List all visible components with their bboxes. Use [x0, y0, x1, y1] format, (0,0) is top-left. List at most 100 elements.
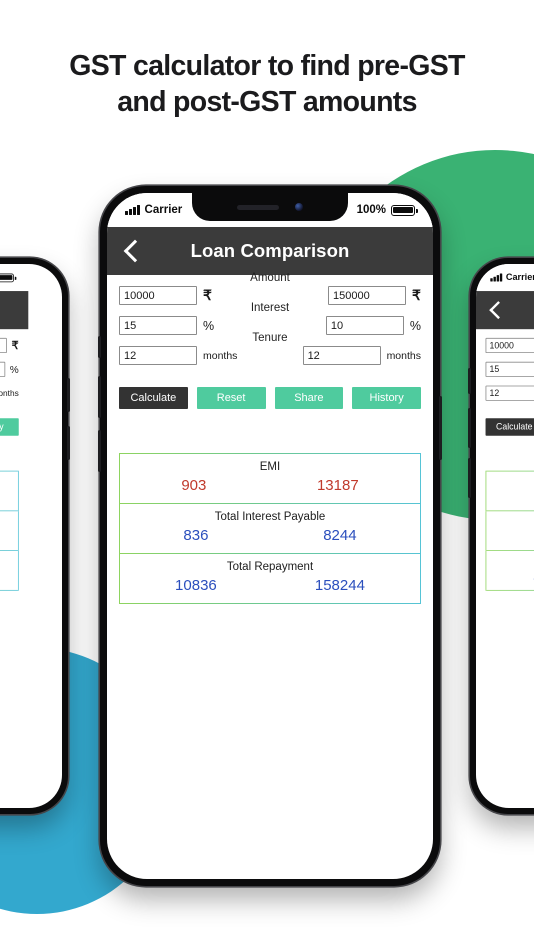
action-button-row-right: Calculate Reset Share History	[476, 418, 534, 436]
page-title: GST calculator to find pre-GST and post-…	[0, 48, 534, 121]
tenure-field-right: months	[0, 386, 19, 401]
page-title: Loan Comparison	[190, 240, 350, 261]
table-row: Total Repayment 10836 158244	[119, 554, 421, 604]
table-row: EMI 903 13187	[119, 453, 421, 504]
result-values-repayment: 10836 158244	[126, 577, 414, 594]
months-label-left: months	[203, 349, 238, 362]
result-emi-right: 13187	[316, 477, 359, 494]
signal-bars-icon	[490, 273, 502, 282]
phone-mockup-left: Carrier 100% Loan Comparison	[0, 258, 70, 814]
form-label-tenure: Tenure	[476, 375, 534, 385]
signal-bars-icon	[125, 205, 140, 215]
calculate-button[interactable]: Calculate	[485, 418, 534, 436]
app-bar-right: Loan Comparison	[476, 291, 534, 330]
phone-screen-left: Carrier 100% Loan Comparison	[0, 264, 62, 808]
battery-full-icon	[391, 204, 418, 216]
phone-mockup-right: Carrier 100% Loan Comparison	[468, 258, 534, 814]
share-button[interactable]: Share	[274, 387, 344, 409]
result-emi-left: 903	[181, 477, 207, 494]
app-bar-left: Loan Comparison	[0, 291, 29, 330]
volume-down-button-right-phone[interactable]	[468, 458, 471, 498]
app-bar: Loan Comparison	[107, 227, 433, 275]
result-interest-left: 836	[183, 527, 209, 544]
percent-symbol-left: %	[203, 318, 215, 333]
result-label-interest: Total Interest Payable	[0, 517, 13, 527]
result-values-emi: 903 13187	[126, 477, 414, 494]
result-interest-right: 8244	[323, 527, 357, 544]
result-repayment-right: 158244	[314, 577, 365, 594]
history-button[interactable]: History	[0, 418, 19, 436]
form-row-tenure: Tenure months months	[107, 332, 433, 365]
mute-switch[interactable]	[98, 336, 101, 358]
result-repayment-left: 10836	[175, 577, 217, 594]
results-table-right: EMI 903 13187 Total Interest Payable 836…	[485, 470, 534, 591]
results-table-left: EMI 903 13187 Total Interest Payable 836…	[0, 470, 19, 591]
status-bar-right-group: 100%	[356, 204, 418, 216]
headline-line-2: and post-GST amounts	[117, 86, 417, 119]
app-bar-title: Loan Comparison	[0, 301, 28, 318]
reset-button[interactable]: Reset	[196, 387, 266, 409]
table-row: Total Repayment 10836 158244	[0, 550, 19, 591]
percent-symbol-right: %	[9, 363, 19, 375]
form-label-tenure: Tenure	[252, 332, 288, 344]
app-clone-right: Carrier 100% Loan Comparison	[476, 264, 534, 808]
status-bar-left-group: Carrier	[125, 204, 182, 216]
app-body: Amount ₹ ₹ Interest %	[107, 272, 433, 604]
result-label-emi: EMI	[259, 461, 281, 473]
notch	[192, 193, 348, 221]
app-body-left: Amount ₹ ₹ Interest	[0, 337, 29, 591]
carrier-label: Carrier	[144, 204, 183, 216]
status-bar-left: Carrier 100%	[0, 264, 29, 292]
volume-up-button[interactable]	[98, 376, 101, 418]
phone-mockup-main: Carrier 100% Loan Comparison Amount 1000…	[98, 186, 442, 886]
result-label-emi: EMI	[0, 477, 13, 487]
result-label-interest: Total Interest Payable	[491, 517, 534, 527]
table-row: Total Interest Payable 836 8244	[0, 511, 19, 551]
months-label-right: months	[0, 388, 19, 398]
power-button[interactable]	[439, 396, 442, 460]
phone-screen-main: Carrier 100% Loan Comparison Amount 1000…	[107, 193, 433, 879]
status-bar-right: Carrier 100%	[476, 264, 534, 292]
table-row: EMI 903 13187	[0, 470, 19, 512]
volume-down-button[interactable]	[98, 430, 101, 472]
tenure-input-left[interactable]	[119, 346, 197, 365]
app-body-right: Amount ₹ ₹ Interest	[476, 337, 534, 591]
result-label-repayment: Total Repayment	[491, 557, 534, 567]
speaker-grille-icon	[237, 204, 279, 210]
battery-percent-label: 100%	[356, 204, 386, 216]
table-row: Total Repayment 10836 158244	[485, 550, 534, 591]
table-row: Total Interest Payable 836 8244	[119, 504, 421, 554]
form-label-amount: Amount	[476, 327, 534, 337]
months-label-right: months	[386, 349, 421, 362]
result-label-interest: Total Interest Payable	[214, 511, 326, 523]
headline-line-1: GST calculator to find pre-GST	[69, 50, 465, 82]
form-label-tenure: Tenure	[0, 375, 28, 385]
action-button-row-left: Calculate Reset Share History	[0, 418, 28, 436]
tenure-field-right: months	[302, 346, 421, 365]
history-button[interactable]: History	[352, 387, 421, 409]
calculate-button[interactable]: Calculate	[119, 387, 188, 409]
percent-symbol-right: %	[409, 318, 421, 333]
volume-up-button-right-phone[interactable]	[468, 408, 471, 448]
power-button-left-phone[interactable]	[67, 378, 70, 412]
tenure-input-right[interactable]	[302, 346, 381, 365]
form-label-amount: Amount	[0, 327, 28, 337]
form-row-tenure: Tenure months months	[476, 385, 534, 401]
phone-screen-right: Carrier 100% Loan Comparison	[476, 264, 534, 808]
result-label-repayment: Total Repayment	[226, 561, 314, 573]
form-label-amount: Amount	[250, 272, 290, 284]
action-button-row: Calculate Reset Share History	[107, 387, 433, 409]
result-values-interest: 836 8244	[126, 527, 414, 544]
form-row-tenure: Tenure months months	[0, 386, 28, 401]
mute-switch-right-phone[interactable]	[468, 368, 471, 394]
promo-screenshot: GST calculator to find pre-GST and post-…	[0, 0, 534, 950]
result-label-emi: EMI	[491, 477, 534, 487]
front-camera-icon	[295, 203, 303, 211]
volume-button-left-phone[interactable]	[67, 426, 70, 460]
app-clone-left: Carrier 100% Loan Comparison	[0, 264, 29, 808]
table-row: EMI 903 13187	[485, 470, 534, 512]
table-row: Total Interest Payable 836 8244	[485, 511, 534, 551]
tenure-input-left[interactable]	[485, 385, 534, 401]
form-label-interest: Interest	[250, 302, 290, 314]
tenure-field-left: months	[485, 385, 534, 401]
